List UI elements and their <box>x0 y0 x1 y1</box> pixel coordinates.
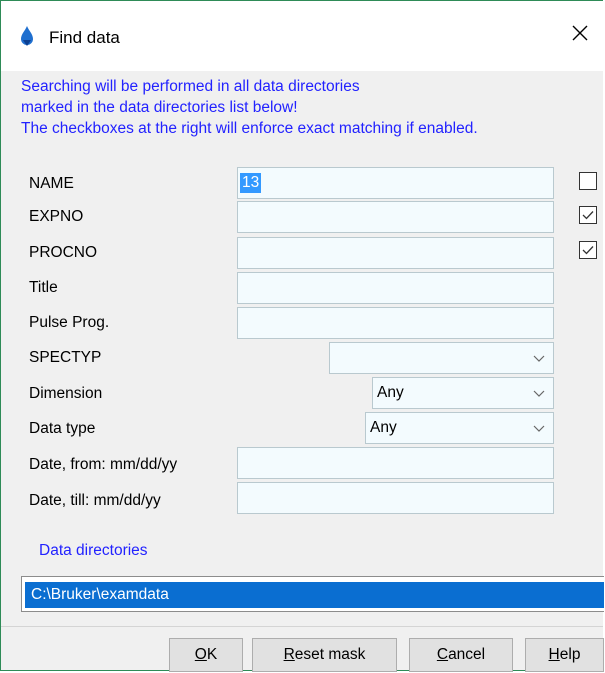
ok-button[interactable]: OK <box>169 638 243 672</box>
pulse-prog-input[interactable] <box>237 307 554 339</box>
dimension-label: Dimension <box>29 385 103 402</box>
name-input[interactable] <box>237 167 554 199</box>
chevron-down-icon <box>533 390 545 397</box>
info-line: The checkboxes at the right will enforce… <box>21 120 478 137</box>
dimension-selected: Any <box>377 384 404 401</box>
cancel-button[interactable]: Cancel <box>409 638 513 672</box>
title-bar: Find data <box>1 1 603 71</box>
data-directories-title: Data directories <box>39 542 148 559</box>
bruker-drop-icon <box>19 25 35 47</box>
ok-mnemonic: O <box>194 646 207 663</box>
close-icon <box>571 24 589 47</box>
title-label: Title <box>29 279 58 296</box>
help-button[interactable]: Help <box>525 638 604 672</box>
expno-exact-checkbox[interactable] <box>579 206 597 224</box>
data-type-label: Data type <box>29 420 96 437</box>
name-label: NAME <box>29 175 74 192</box>
close-button[interactable] <box>557 15 603 55</box>
info-text: Searching will be performed in all data … <box>21 76 478 139</box>
name-input-value: 13 <box>240 173 262 193</box>
procno-exact-checkbox[interactable] <box>579 241 597 259</box>
procno-input[interactable] <box>237 237 554 269</box>
date-from-input[interactable] <box>237 447 554 479</box>
reset-label-rest: eset mask <box>294 646 366 663</box>
pulse-prog-label: Pulse Prog. <box>29 314 110 331</box>
date-till-input[interactable] <box>237 482 554 514</box>
data-type-selected: Any <box>370 419 397 436</box>
chevron-down-icon <box>533 425 545 432</box>
ok-label-rest: K <box>206 646 218 663</box>
reset-mnemonic: R <box>283 646 295 663</box>
name-exact-checkbox[interactable] <box>579 172 597 190</box>
cancel-label-rest: ancel <box>448 646 486 663</box>
info-line: marked in the data directories list belo… <box>21 99 298 116</box>
help-label-rest: elp <box>559 646 581 663</box>
checkmark-icon <box>582 246 594 255</box>
chevron-down-icon <box>533 355 545 362</box>
expno-input[interactable] <box>237 201 554 233</box>
expno-label: EXPNO <box>29 208 84 225</box>
info-line: Searching will be performed in all data … <box>21 78 360 95</box>
dimension-select[interactable]: Any <box>372 377 554 409</box>
window-title: Find data <box>49 28 120 47</box>
date-from-label: Date, from: mm/dd/yy <box>29 456 178 473</box>
help-mnemonic: H <box>548 646 560 663</box>
spectyp-select[interactable] <box>329 342 554 374</box>
procno-label: PROCNO <box>29 244 98 261</box>
checkmark-icon <box>582 211 594 220</box>
divider <box>1 626 603 627</box>
list-item[interactable]: C:\Bruker\examdata <box>25 582 604 608</box>
spectyp-label: SPECTYP <box>29 349 102 366</box>
find-data-dialog: Find data Searching will be performed in… <box>0 0 604 672</box>
cancel-mnemonic: C <box>436 646 449 663</box>
date-till-label: Date, till: mm/dd/yy <box>29 492 161 509</box>
reset-mask-button[interactable]: Reset mask <box>252 638 397 672</box>
data-type-select[interactable]: Any <box>365 412 554 444</box>
title-input[interactable] <box>237 272 554 304</box>
data-directories-list[interactable]: C:\Bruker\examdata <box>21 576 604 612</box>
